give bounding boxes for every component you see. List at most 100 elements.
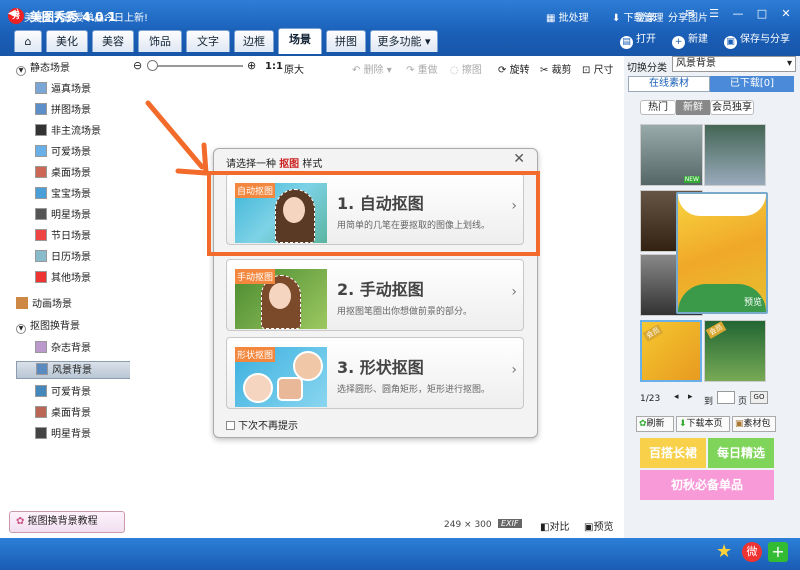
weibo-icon[interactable]: 微 [742,542,762,562]
sidebar-item[interactable]: 宝宝场景 [35,186,91,204]
undo-button[interactable]: ↶ 删除 ▾ [352,61,392,76]
option-desc: 选择圆形、圆角矩形，矩形进行抠图。 [337,385,491,395]
tab-beautify[interactable]: 美化 [46,30,88,52]
title-suffix: 样式 [302,159,323,170]
scene-icon [35,187,47,199]
sidebar-item[interactable]: 日历场景 [35,249,91,267]
option-shape-cutout[interactable]: 形状抠图 3. 形状抠图 选择圆形、圆角矩形，矩形进行抠图。 › [226,337,524,409]
page-input[interactable] [717,391,735,404]
sidebar-item[interactable]: 桌面场景 [35,165,91,183]
package-icon: ▣ [735,419,744,429]
original-size-label[interactable]: 原大 [284,61,304,76]
exif-button[interactable]: EXIF [498,519,522,528]
download-manager-button[interactable]: ⬇ 下载管理 [612,9,664,24]
sidebar-item[interactable]: 节日场景 [35,228,91,246]
preview-header [678,194,766,216]
sidebar-item[interactable]: 可爱背景 [35,384,91,402]
heart-icon [35,271,47,283]
thumbnail[interactable]: NEW [640,124,703,186]
rotate-button[interactable]: ⟳ 旋转 [498,61,530,76]
zoom-ratio[interactable]: 1:1 [265,61,283,72]
download-page-button[interactable]: ⬇下载本页 [676,416,730,432]
sidebar-item[interactable]: 杂志背景 [35,340,91,358]
image-size: 249 × 300 [444,520,492,530]
share-image-button[interactable]: 分享图片 [668,9,708,24]
title-highlight: 抠图 [279,159,300,170]
batch-button[interactable]: ▦ 批处理 [546,9,589,24]
sidebar-item[interactable]: 明星背景 [35,426,91,444]
sidebar-item[interactable]: 桌面背景 [35,405,91,423]
sidebar-group-cutout[interactable]: ▼ 抠图换背景 [16,318,80,336]
tab-scene[interactable]: 场景 [278,28,322,54]
sidebar-item[interactable]: 拼图场景 [35,102,91,120]
maximize-button[interactable]: □ [753,6,771,22]
item-label: 明星背景 [51,429,91,440]
erase-button[interactable]: ◌ 擦图 [450,61,482,76]
thumbnail[interactable] [704,124,766,186]
tab-more[interactable]: 更多功能 ▾ [370,30,438,52]
open-button[interactable]: ▤ 打开 [620,32,656,49]
zoom-in-icon[interactable]: ⊕ [247,59,256,72]
category-label: 切换分类 [627,63,667,74]
minimize-button[interactable]: — [729,6,747,22]
tutorial-button[interactable]: ✿ 抠图换背景教程 [9,511,125,533]
zoom-out-icon[interactable]: ⊖ [133,59,142,72]
item-label: 节日场景 [51,231,91,242]
compare-label: 对比 [549,522,570,533]
subtab-new[interactable]: 新鲜 [676,100,710,115]
scene-icon [35,250,47,262]
rounded-photo [277,377,303,401]
banner-daily[interactable]: 每日精选 [708,438,774,468]
add-icon[interactable]: + [768,542,788,562]
tab-accessories[interactable]: 饰品 [138,30,182,52]
zoom-slider-handle[interactable] [147,60,158,71]
sidebar-item[interactable]: 明星场景 [35,207,91,225]
banner-dress[interactable]: 百搭长裙 [640,438,706,468]
tab-home[interactable]: ⌂ [14,30,42,52]
option-tag: 形状抠图 [235,347,276,362]
news-ticker[interactable]: 美图达人最爱单品今日上新! [24,9,148,24]
sidebar-item-selected[interactable]: 风景背景 [16,361,132,379]
member-badge: 会员 [642,324,664,342]
tab-text[interactable]: 文字 [186,30,230,52]
sidebar-group-static[interactable]: ▼ 静态场景 [16,60,70,78]
tab-collage[interactable]: 拼图 [326,30,366,52]
sidebar-item[interactable]: 其他场景 [35,270,91,288]
new-button[interactable]: + 新建 [672,32,708,49]
dialog-title: 请选择一种 抠图 样式 [226,155,322,170]
save-share-button[interactable]: ▣ 保存与分享 [724,32,790,49]
no-prompt-checkbox[interactable]: 下次不再提示 [226,417,298,432]
sidebar-item[interactable]: 可爱场景 [35,144,91,162]
sidebar-item[interactable]: 逼真场景 [35,81,91,99]
sidebar-item[interactable]: 非主流场景 [35,123,101,141]
tab-makeup[interactable]: 美容 [92,30,134,52]
refresh-button[interactable]: ✿刷新 [636,416,674,432]
redo-button[interactable]: ↷ 重做 [406,61,438,76]
thumbnail[interactable]: 会员 [704,320,766,382]
compare-button[interactable]: ◧对比 [540,518,569,533]
thumbnail-selected[interactable]: 会员 [640,320,702,382]
close-button[interactable]: ✕ [777,6,795,22]
preview-button[interactable]: ▣预览 [584,518,613,533]
tab-downloaded[interactable]: 已下载[0] [710,76,794,92]
crop-button[interactable]: ✂ 裁剪 [540,61,572,76]
cutout-style-dialog: 请选择一种 抠图 样式 ✕ 自动抠图 1. 自动抠图 用简单的几笔在要抠取的图像… [207,148,540,438]
prev-page-icon[interactable]: ◂ [674,392,679,402]
sidebar-group-anim[interactable]: 动画场景 [16,296,72,314]
subtab-hot[interactable]: 热门 [640,100,676,115]
checkbox-box[interactable] [226,421,235,430]
tab-online[interactable]: 在线素材 [628,76,710,92]
dialog-close-icon[interactable]: ✕ [513,151,525,167]
subtab-member[interactable]: 会员独享 [710,100,754,115]
star-icon[interactable]: ★ [716,542,736,562]
option-manual-cutout[interactable]: 手动抠图 2. 手动抠图 用抠图笔圈出你想做前景的部分。 › [226,259,524,331]
next-page-icon[interactable]: ▸ [688,392,693,402]
size-button[interactable]: ⊡ 尺寸 [582,61,614,76]
go-button[interactable]: GO [750,391,768,404]
zoom-slider[interactable] [148,65,243,67]
banner-autumn[interactable]: 初秋必备单品 [640,470,774,500]
material-button[interactable]: ▣素材包 [732,416,776,432]
tab-border[interactable]: 边框 [234,30,274,52]
batch-label: 批处理 [558,13,589,24]
category-select[interactable]: 风景背景 ▾ [672,56,796,72]
